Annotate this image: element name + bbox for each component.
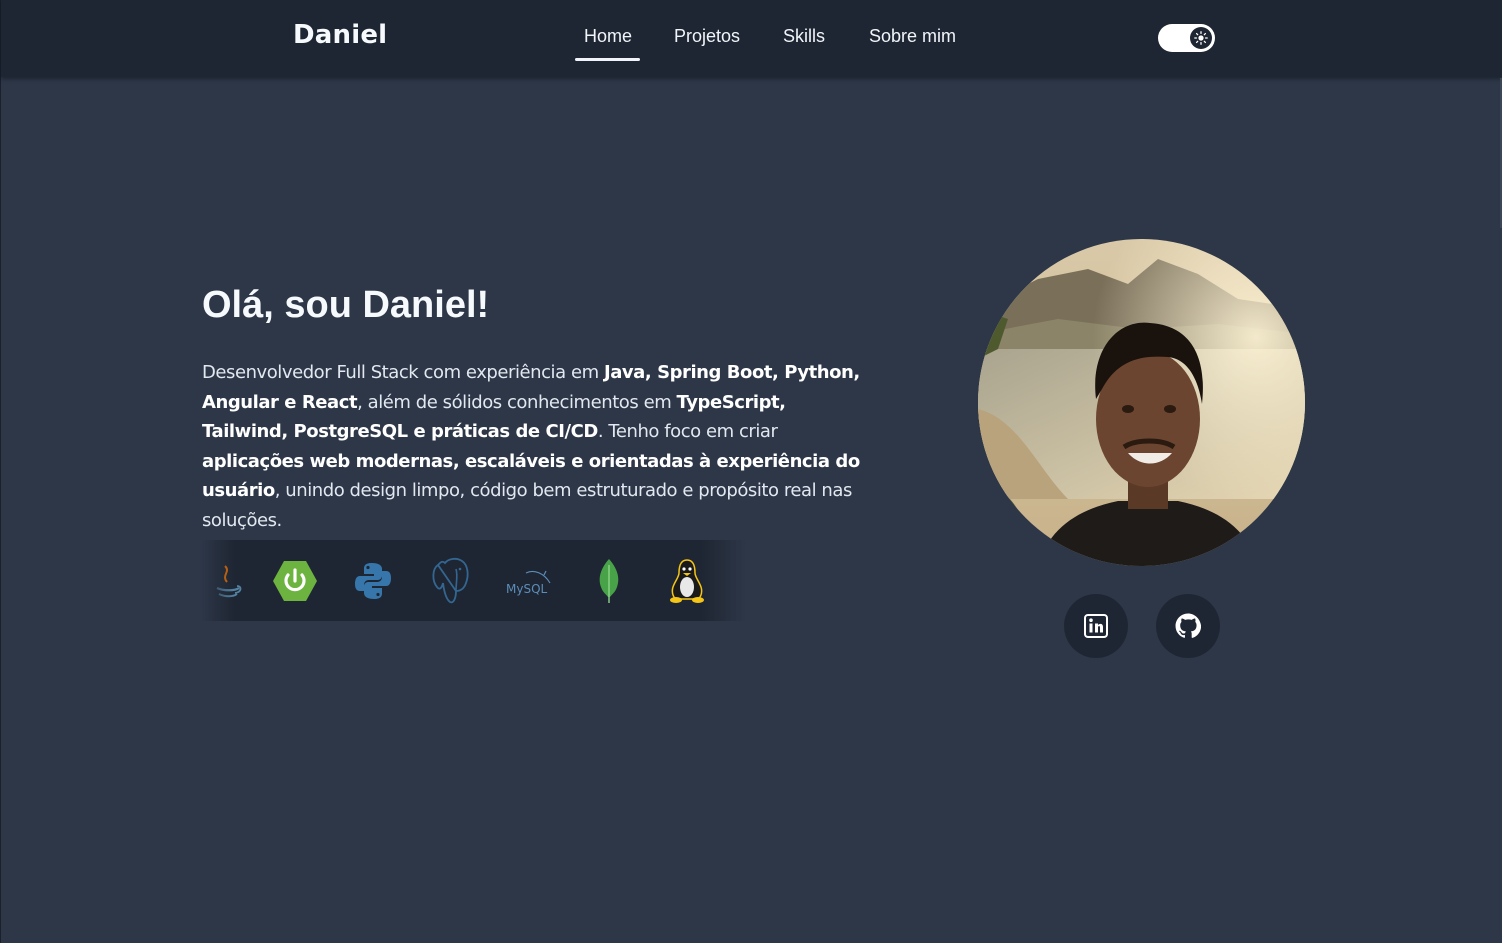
nav-link-sobre-mim[interactable]: Sobre mim <box>869 26 956 47</box>
nav-link-skills[interactable]: Skills <box>783 26 825 47</box>
linkedin-icon <box>1084 614 1108 638</box>
toggle-knob <box>1190 27 1212 49</box>
navbar: Daniel Home Projetos Skills Sobre mim <box>1 0 1502 77</box>
profile-photo <box>978 239 1305 566</box>
intro-text: , unindo design limpo, código bem estrut… <box>202 480 852 531</box>
hero-title: Olá, sou Daniel! <box>202 284 490 326</box>
postgresql-icon <box>426 556 476 606</box>
spring-boot-icon <box>270 556 320 606</box>
sun-icon <box>1194 31 1208 45</box>
mongodb-icon <box>584 556 634 606</box>
intro-text: Desenvolvedor Full Stack com experiência… <box>202 362 604 383</box>
github-button[interactable] <box>1156 594 1220 658</box>
nav-link-home[interactable]: Home <box>574 26 641 61</box>
linkedin-button[interactable] <box>1064 594 1128 658</box>
linux-icon <box>662 556 712 606</box>
mysql-label: MySQL <box>506 582 548 596</box>
mysql-icon: MySQL <box>504 556 554 606</box>
hero-intro: Desenvolvedor Full Stack com experiência… <box>202 358 870 536</box>
page: Daniel Home Projetos Skills Sobre mim Ol… <box>0 0 1502 943</box>
skills-carousel: MySQL <box>202 540 745 621</box>
python-icon <box>348 556 398 606</box>
intro-text: , além de sólidos conhecimentos em <box>357 391 677 413</box>
theme-toggle[interactable] <box>1158 24 1215 52</box>
intro-text: . Tenho foco em criar <box>597 421 778 443</box>
github-icon <box>1175 613 1201 638</box>
java-icon <box>204 556 254 606</box>
brand-logo[interactable]: Daniel <box>293 20 387 50</box>
nav-link-projetos[interactable]: Projetos <box>674 26 740 47</box>
